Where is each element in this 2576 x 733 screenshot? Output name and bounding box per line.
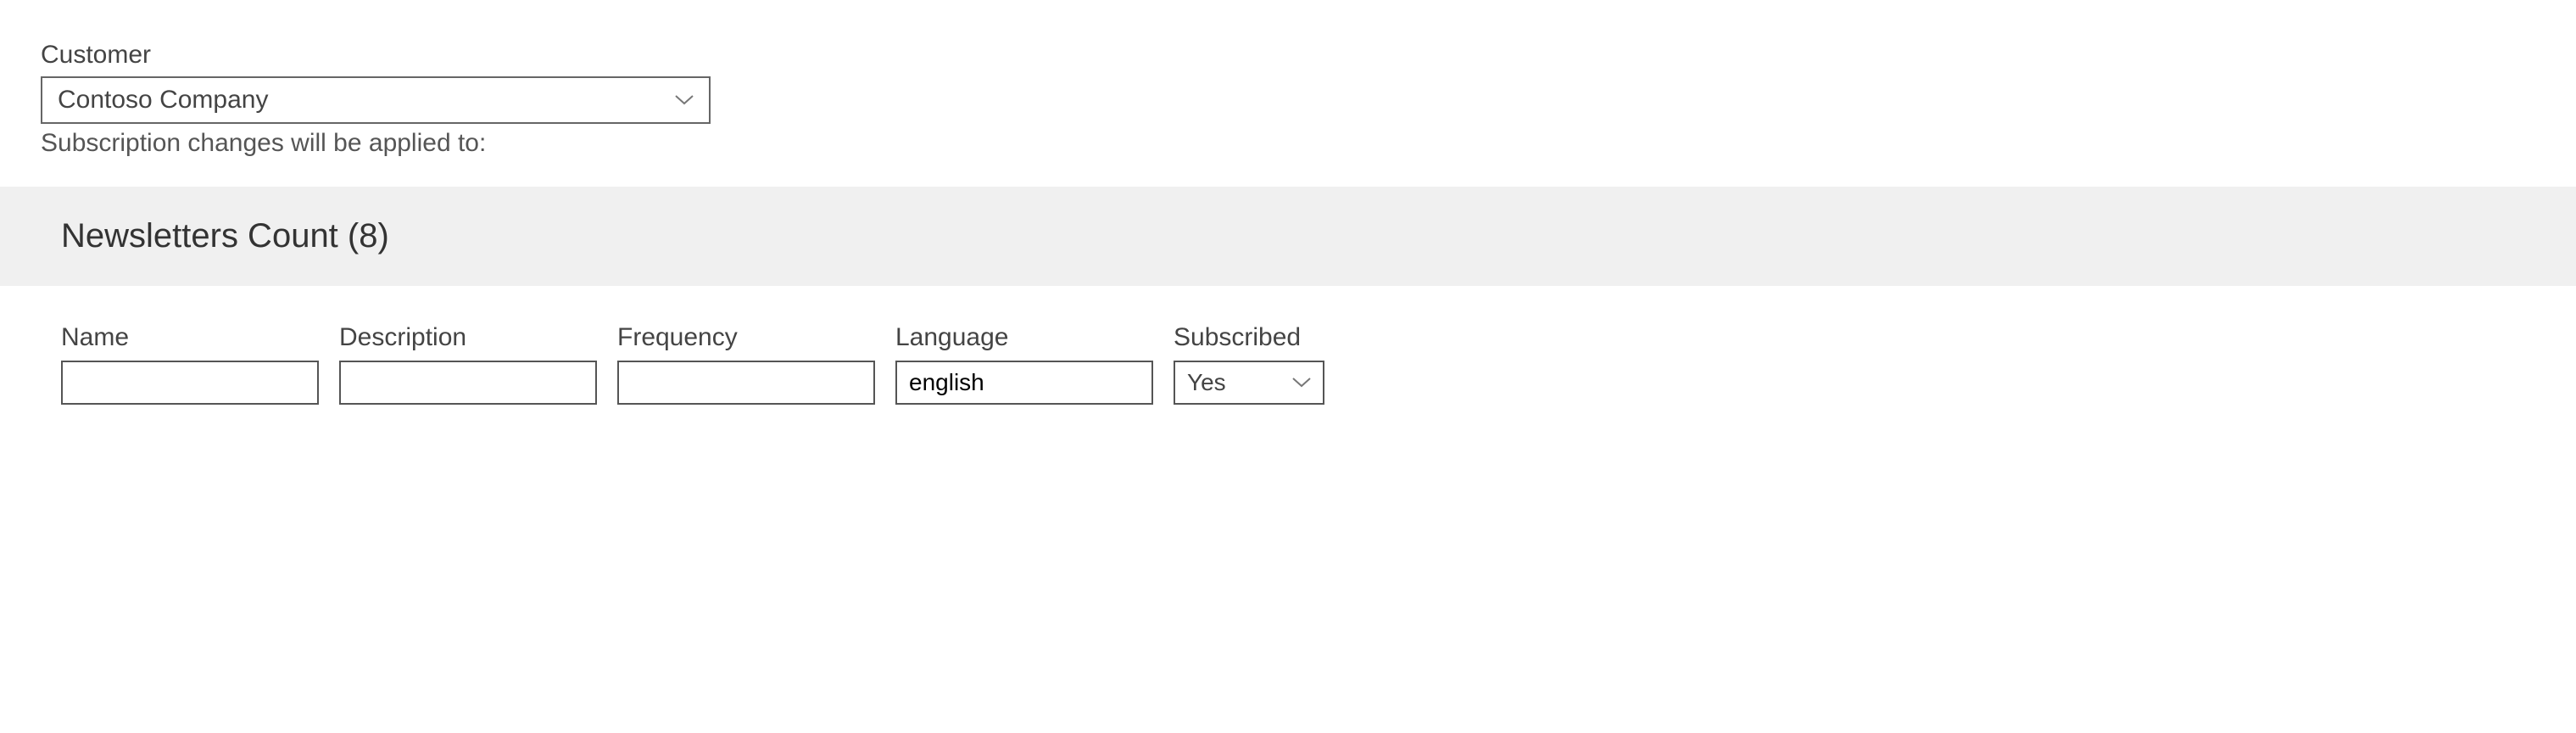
filter-label-frequency: Frequency bbox=[617, 323, 875, 352]
filter-input-name[interactable] bbox=[61, 361, 319, 405]
filter-input-language[interactable] bbox=[895, 361, 1153, 405]
newsletter-filter-row: Name Description Frequency Language Subs… bbox=[41, 323, 2535, 405]
customer-dropdown-value: Contoso Company bbox=[58, 86, 268, 115]
newsletters-section-header: Newsletters Count (8) bbox=[0, 187, 2576, 286]
filter-col-language: Language bbox=[895, 323, 1153, 405]
filter-input-description[interactable] bbox=[339, 361, 597, 405]
filter-dropdown-subscribed[interactable]: Yes bbox=[1174, 361, 1324, 405]
filter-dropdown-subscribed-value: Yes bbox=[1187, 369, 1226, 396]
newsletters-section-title: Newsletters Count (8) bbox=[61, 217, 2556, 255]
filter-col-subscribed: Subscribed Yes bbox=[1174, 323, 1324, 405]
subscription-helper-text: Subscription changes will be applied to: bbox=[41, 129, 2535, 158]
filter-col-name: Name bbox=[61, 323, 319, 405]
filter-input-frequency[interactable] bbox=[617, 361, 875, 405]
filter-col-frequency: Frequency bbox=[617, 323, 875, 405]
filter-col-description: Description bbox=[339, 323, 597, 405]
chevron-down-icon bbox=[675, 94, 694, 106]
filter-label-subscribed: Subscribed bbox=[1174, 323, 1324, 352]
filter-label-language: Language bbox=[895, 323, 1153, 352]
customer-field-block: Customer Contoso Company Subscription ch… bbox=[41, 41, 2535, 158]
filter-label-description: Description bbox=[339, 323, 597, 352]
chevron-down-icon bbox=[1292, 377, 1311, 389]
customer-dropdown[interactable]: Contoso Company bbox=[41, 76, 711, 124]
customer-label: Customer bbox=[41, 41, 2535, 70]
filter-label-name: Name bbox=[61, 323, 319, 352]
